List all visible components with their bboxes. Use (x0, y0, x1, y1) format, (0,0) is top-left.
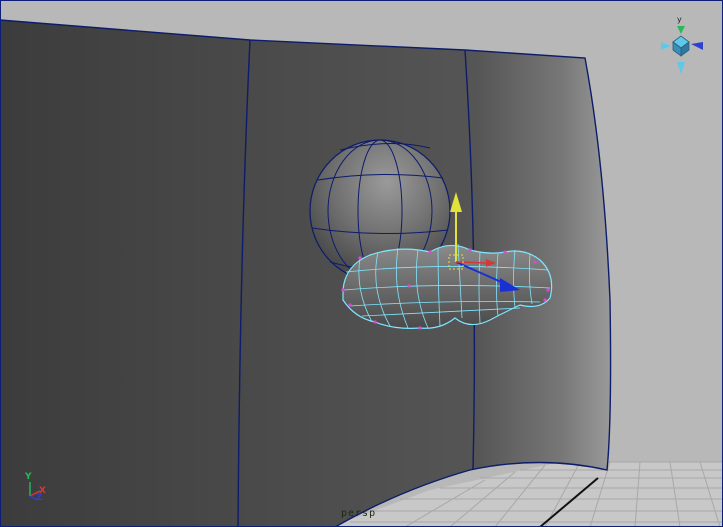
view-cube-left-arrow-icon[interactable] (661, 42, 671, 50)
view-cube-top-label: y (677, 15, 682, 24)
view-cube-y-arrow-icon[interactable] (677, 26, 685, 34)
view-cube[interactable]: y (655, 14, 711, 78)
axis-y-label: Y (25, 472, 32, 482)
view-cube-z-arrow-icon[interactable] (691, 42, 703, 50)
maya-perspective-viewport[interactable]: y Y X Z persp (0, 0, 723, 527)
axis-indicator: Y X Z (22, 472, 52, 504)
view-cube-bottom-arrow-icon[interactable] (677, 62, 685, 74)
axis-z-label: Z (36, 493, 43, 503)
scene-canvas[interactable] (0, 0, 723, 527)
move-x-axis[interactable] (455, 261, 489, 264)
camera-name-label: persp (341, 508, 377, 519)
